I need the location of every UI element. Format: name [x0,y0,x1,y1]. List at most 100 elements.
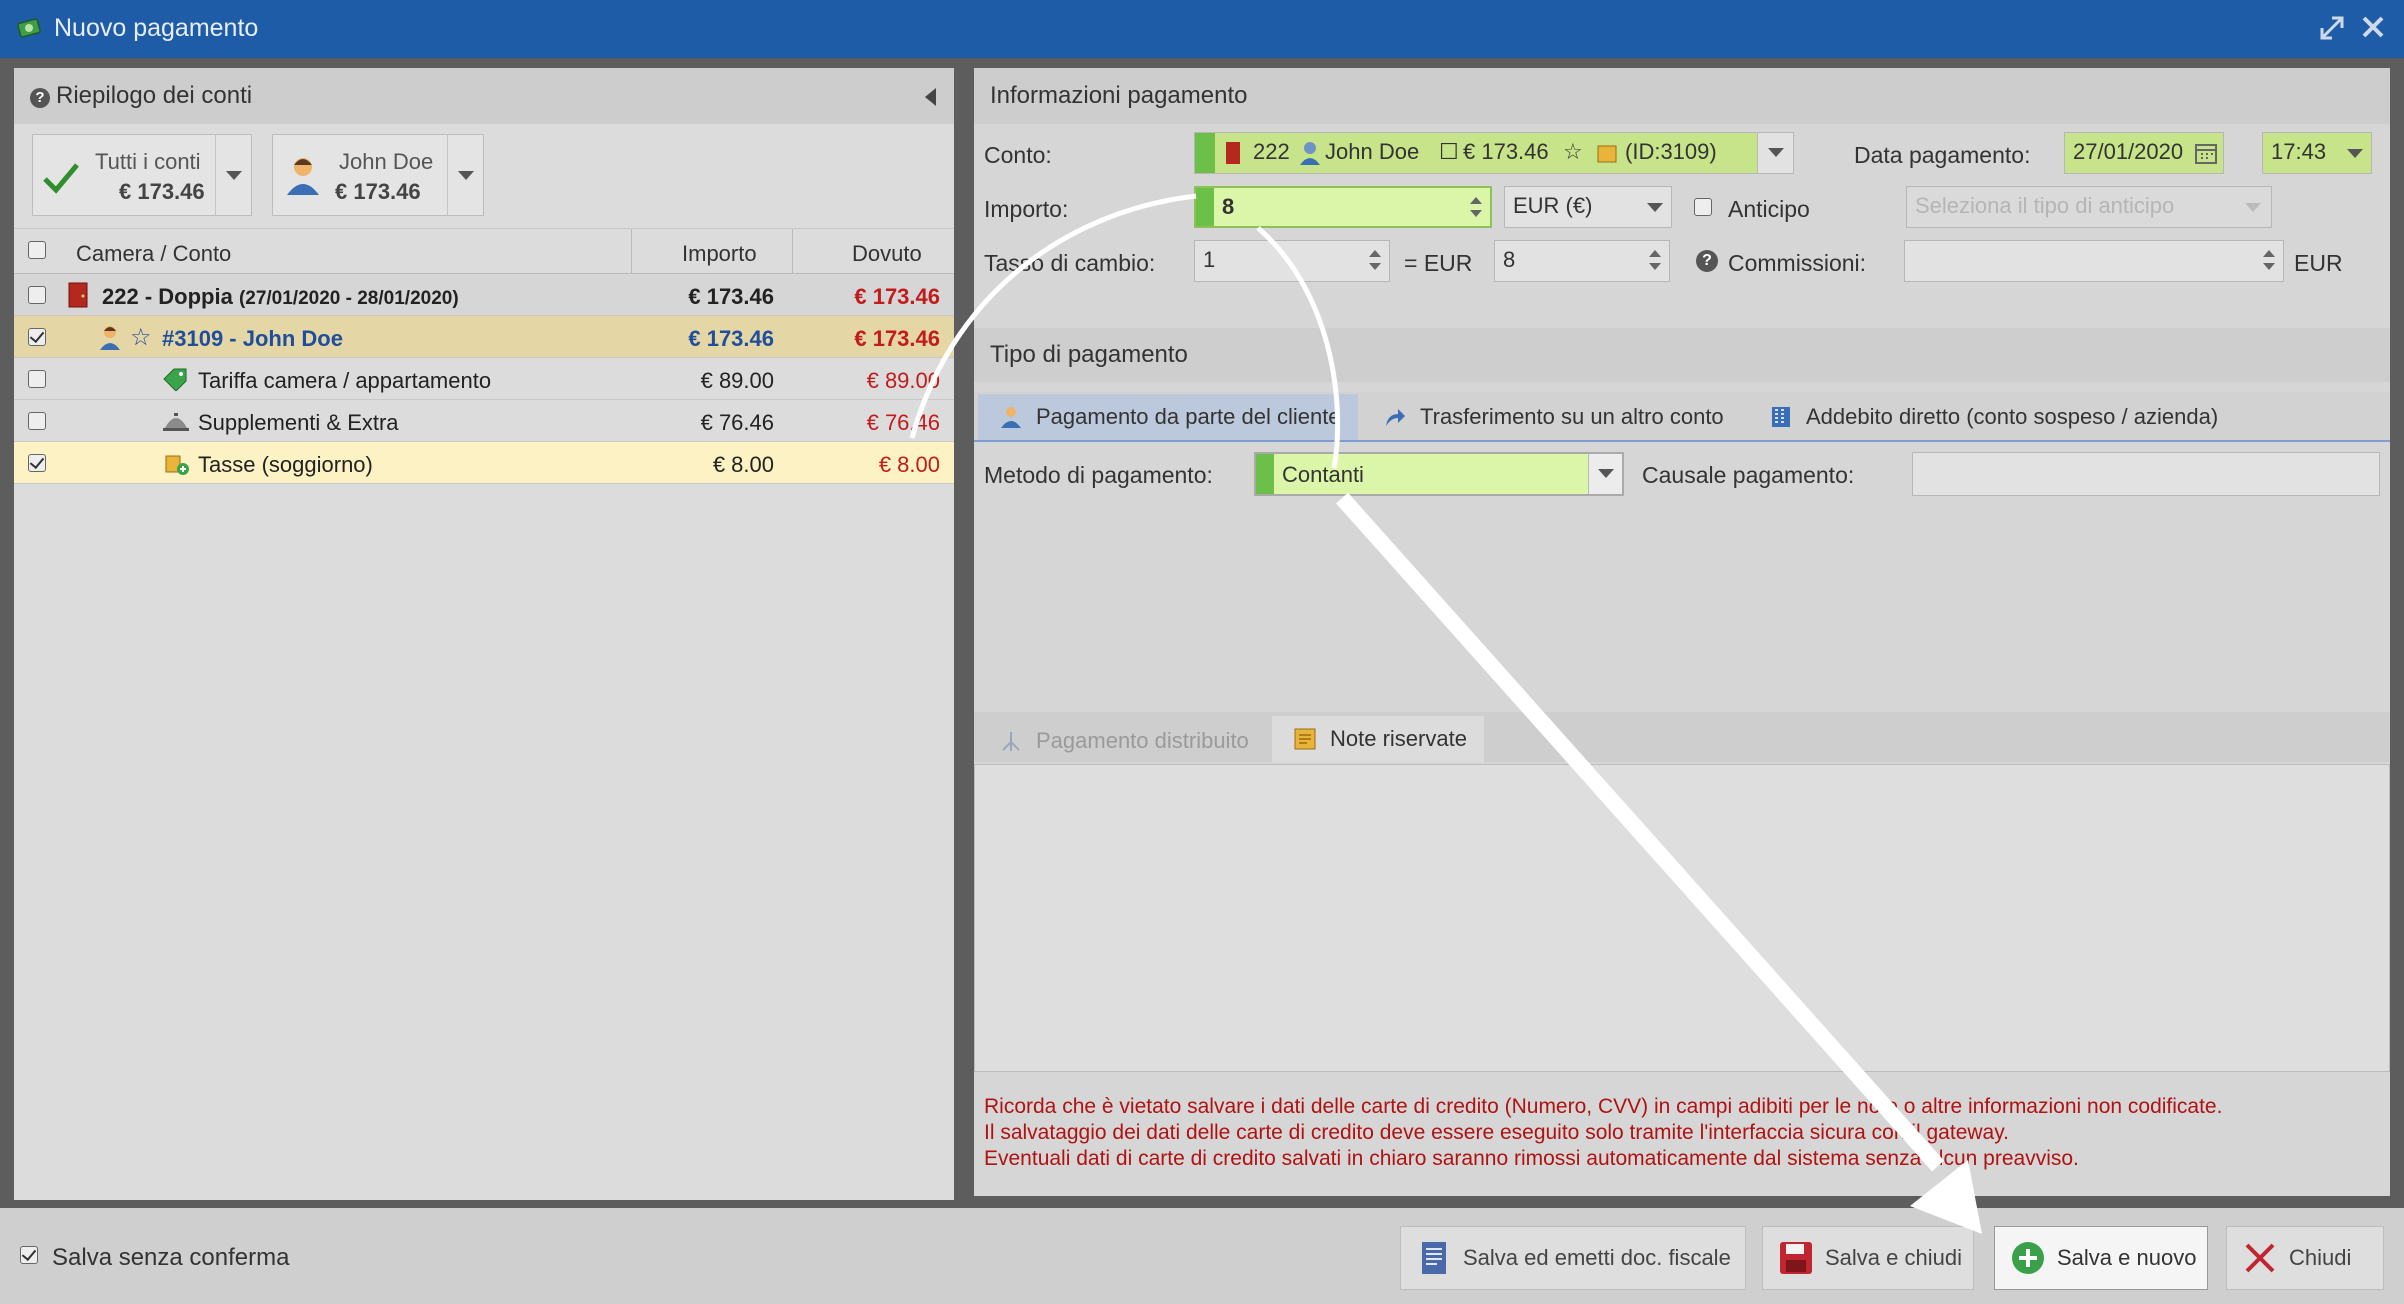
calendar-icon[interactable] [2195,142,2217,164]
collapse-panel-icon[interactable] [925,88,936,106]
save-new-button[interactable]: Salva e nuovo [1994,1226,2208,1290]
taxes-row-label: Tasse (soggiorno) [198,452,373,477]
column-header-amount[interactable]: Importo [682,241,757,267]
chevron-down-icon[interactable] [2347,149,2363,158]
tax-coins-icon [165,455,189,475]
payment-date-input[interactable]: 27/01/2020 [2064,132,2224,174]
notes-textarea[interactable] [974,764,2390,1072]
save-without-confirm-checkbox[interactable] [20,1246,38,1264]
guest-row-due: € 173.46 [854,326,940,351]
row-checkbox[interactable] [28,454,46,472]
row-checkbox[interactable] [28,412,46,430]
commissions-input[interactable] [1904,240,2284,282]
dialog-footer: Salva senza conferma Salva ed emetti doc… [0,1208,2404,1304]
close-x-icon [2245,1243,2275,1273]
room-row-amount: € 173.46 [688,284,774,309]
advance-type-placeholder: Seleziona il tipo di anticipo [1915,193,2175,218]
grid-row-taxes[interactable]: Tasse (soggiorno) € 8.00 € 8.00 [14,442,954,484]
price-tag-icon [163,368,187,391]
account-select[interactable]: 222 John Doe ☐ € 173.46 ☆ (ID:3109) [1194,132,1794,174]
room-row-due: € 173.46 [854,284,940,309]
payment-reason-input[interactable] [1912,452,2380,496]
grid-header: Camera / Conto Importo Dovuto [14,228,954,275]
converted-amount-spinner[interactable] [1649,250,1661,270]
chevron-down-icon [458,171,474,180]
advance-label: Anticipo [1728,196,1810,222]
room-row-label: 222 - Doppia (27/01/2020 - 28/01/2020) [102,284,459,309]
row-checkbox[interactable] [28,328,46,346]
help-icon[interactable]: ? [1696,250,1718,272]
advance-checkbox[interactable] [1694,198,1712,216]
equals-eur-label: = EUR [1404,250,1473,276]
converted-amount-input[interactable]: 8 [1494,240,1670,282]
selection-marker [1196,188,1214,226]
credit-card-warning: Ricorda che è vietato salvare i dati del… [984,1094,2222,1172]
all-accounts-dropdown[interactable] [215,135,251,215]
floppy-disk-icon [1780,1242,1812,1274]
account-dropdown[interactable] [1757,133,1793,173]
tab-transfer[interactable]: Trasferimento su un altro conto [1362,394,1724,440]
payment-time-input[interactable]: 17:43 [2262,132,2372,174]
service-bell-icon [163,413,189,431]
expand-icon[interactable] [2316,12,2348,50]
save-fiscal-doc-label: Salva ed emetti doc. fiscale [1463,1245,1731,1270]
guest-account-button[interactable]: John Doe € 173.46 [272,134,484,216]
close-icon[interactable] [2358,12,2388,48]
payment-method-select[interactable]: Contanti [1254,452,1624,496]
warning-line: Eventuali dati di carte di credito salva… [984,1147,2079,1170]
grid-row-guest[interactable]: ☆ #3109 - John Doe € 173.46 € 173.46 [14,316,954,358]
amount-spinner[interactable] [1470,197,1482,217]
extras-row-label: Supplementi & Extra [198,410,399,435]
column-header-account[interactable]: Camera / Conto [76,241,231,267]
tab-distributed-payment-label: Pagamento distribuito [1036,728,1249,753]
tab-customer-payment[interactable]: Pagamento da parte del cliente [978,394,1358,440]
account-amount: € 173.46 [1463,139,1549,164]
accounts-grid: Camera / Conto Importo Dovuto 222 - Dopp… [14,228,954,484]
payment-method-dropdown[interactable] [1588,454,1622,494]
column-header-due[interactable]: Dovuto [852,241,922,267]
grid-row-room[interactable]: 222 - Doppia (27/01/2020 - 28/01/2020) €… [14,274,954,316]
account-id: (ID:3109) [1625,139,1717,164]
currency-select[interactable]: EUR (€) [1504,186,1672,228]
help-icon[interactable]: ? [30,88,50,108]
amount-value: 8 [1222,194,1235,219]
selection-marker [1256,454,1274,494]
accounts-summary-header: ? Riepilogo dei conti [14,68,954,124]
window-titlebar: Nuovo pagamento [0,0,2404,58]
exchange-rate-label: Tasso di cambio: [984,250,1156,276]
extras-row-amount: € 76.46 [700,410,774,435]
guest-account-dropdown[interactable] [447,135,483,215]
grid-row-extras[interactable]: Supplementi & Extra € 76.46 € 76.46 [14,400,954,442]
select-all-checkbox[interactable] [28,241,46,259]
exchange-rate-input[interactable]: 1 [1194,240,1390,282]
building-icon [1772,407,1790,427]
tab-direct-charge[interactable]: Addebito diretto (conto sospeso / aziend… [1748,394,2218,440]
currency-value: EUR (€) [1513,193,1593,218]
exchange-rate-spinner[interactable] [1369,250,1381,270]
tab-distributed-payment[interactable]: Pagamento distribuito [978,718,1249,764]
taxes-row-amount: € 8.00 [712,452,774,477]
payment-info-header: Informazioni pagamento [974,68,2390,124]
row-checkbox[interactable] [28,286,46,304]
advance-type-select[interactable]: Seleziona il tipo di anticipo [1906,186,2272,228]
guest-row-amount: € 173.46 [688,326,774,351]
distribute-icon [1002,732,1020,751]
amount-input[interactable]: 8 [1194,186,1492,228]
save-close-button[interactable]: Salva e chiudi [1762,1226,1974,1290]
rate-row-due: € 89.00 [866,368,940,393]
folder-icon [1597,145,1617,163]
commissions-spinner[interactable] [2263,250,2275,270]
door-icon [68,282,88,308]
tab-reserved-notes[interactable]: Note riservate [1272,716,1484,762]
all-accounts-label: Tutti i conti [95,149,201,174]
payment-date-label: Data pagamento: [1854,142,2031,168]
save-fiscal-doc-button[interactable]: Salva ed emetti doc. fiscale [1400,1226,1746,1290]
payment-type-header: Tipo di pagamento [974,328,2390,382]
row-checkbox[interactable] [28,370,46,388]
exchange-rate-value: 1 [1203,247,1216,272]
grid-row-rate[interactable]: Tariffa camera / appartamento € 89.00 € … [14,358,954,400]
chevron-down-icon [1647,203,1663,212]
all-accounts-button[interactable]: Tutti i conti € 173.46 [32,134,252,216]
close-button[interactable]: Chiudi [2226,1226,2384,1290]
chevron-down-icon [1598,469,1614,478]
